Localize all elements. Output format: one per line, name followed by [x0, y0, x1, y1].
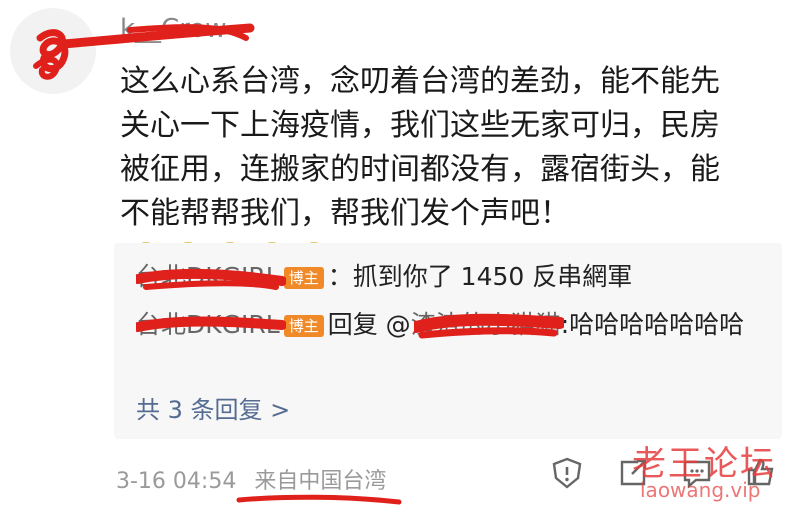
comment-footer: 3-16 04:54 来自中国台湾	[116, 463, 386, 495]
reply-username[interactable]: 台北DKGIRL	[136, 310, 280, 339]
more-replies-link[interactable]: 共 3 条回复 >	[136, 390, 290, 425]
reply-mention[interactable]: 渣渣的小猫猫	[411, 310, 561, 339]
reply-prefix: 回复 @	[327, 310, 411, 339]
avatar-redaction-scribble	[33, 29, 69, 80]
blogger-badge: 博主	[283, 315, 324, 337]
reply-text: :哈哈哈哈哈哈哈	[560, 310, 745, 339]
blogger-badge: 博主	[283, 267, 324, 289]
reply-item-1[interactable]: 台北DKGIRL 博主 ：抓到你了 1450 反串網軍	[136, 257, 632, 297]
watermark-url: laowang.vip	[640, 478, 761, 502]
replies-panel: 台北DKGIRL 博主 ：抓到你了 1450 反串網軍 台北DKGIRL 博主 回复 @…	[114, 243, 782, 439]
avatar[interactable]	[10, 8, 96, 94]
report-icon[interactable]	[550, 456, 584, 490]
comment-username[interactable]: k__Crow	[120, 14, 227, 44]
comment-time: 3-16 04:54	[116, 469, 237, 494]
comment-source: 来自中国台湾	[254, 469, 387, 494]
reply-text: ：抓到你了 1450 反串網軍	[327, 262, 633, 291]
comment-text: 这么心系台湾，念叨着台湾的差劲，能不能先关心一下上海疫情，我们这些无家可归，民房…	[120, 64, 720, 231]
reply-username[interactable]: 台北DKGIRL	[136, 262, 280, 291]
reply-item-2[interactable]: 台北DKGIRL 博主 回复 @渣渣的小猫猫:哈哈哈哈哈哈哈	[136, 305, 744, 345]
